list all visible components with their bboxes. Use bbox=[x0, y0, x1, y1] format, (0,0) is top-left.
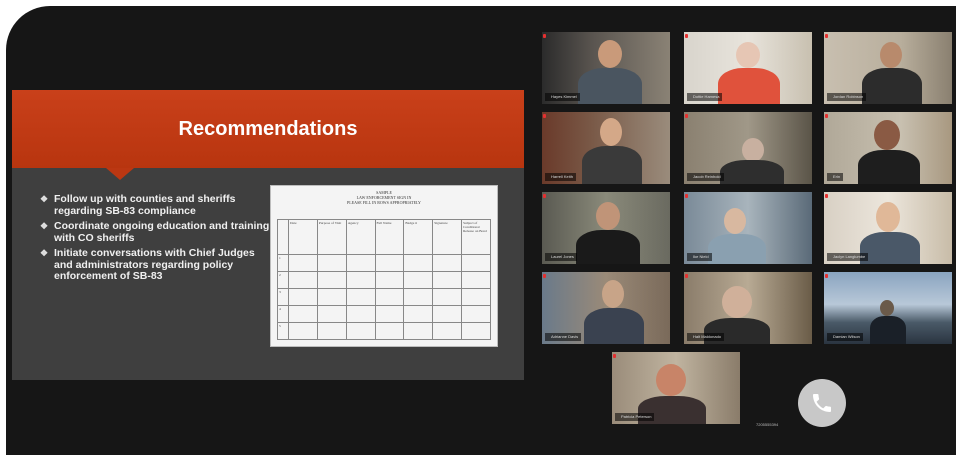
participant-name: Harrell Keith bbox=[545, 173, 577, 181]
participant-name: Damian Wilson bbox=[827, 333, 863, 341]
form-heading: SAMPLE LAW ENFORCEMENT SIGN IN PLEASE FI… bbox=[347, 190, 421, 205]
participant-name: Jordan Robinson bbox=[827, 93, 867, 101]
video-tile[interactable]: Harrell Keith bbox=[542, 112, 670, 184]
participant-name: Jaclyn Langlumbe bbox=[827, 253, 869, 261]
video-tile[interactable]: Halt Maldonado bbox=[684, 272, 812, 344]
form-row: 3 bbox=[277, 288, 491, 306]
video-tile[interactable]: Ike Nield bbox=[684, 192, 812, 264]
zoom-window: Recommendations ❖ Follow up with counties… bbox=[6, 6, 956, 455]
participant-name: Ike Nield bbox=[687, 253, 712, 261]
mic-muted-icon bbox=[543, 34, 546, 38]
video-tile[interactable]: Jaclyn Langlumbe bbox=[824, 192, 952, 264]
phone-call-button[interactable] bbox=[798, 379, 846, 427]
video-tile[interactable]: Patricia Peterson bbox=[612, 352, 740, 424]
video-tile[interactable]: Jordan Robinson bbox=[824, 32, 952, 104]
participant-name: Hayes Kimmel bbox=[545, 93, 580, 101]
form-row: 2 bbox=[277, 271, 491, 289]
mic-muted-icon bbox=[825, 194, 828, 198]
phone-icon bbox=[813, 394, 831, 412]
mic-muted-icon bbox=[543, 194, 546, 198]
form-row: 5 bbox=[277, 322, 491, 340]
banner-notch bbox=[106, 168, 134, 180]
bullet-item: ❖ Coordinate ongoing education and traini… bbox=[40, 220, 270, 244]
participant-name: Patricia Peterson bbox=[615, 413, 655, 421]
slide-title: Recommendations bbox=[178, 118, 358, 140]
form-table: Date Purpose of Visit Agency Full Name B… bbox=[277, 219, 491, 340]
participant-name: Halt Maldonado bbox=[687, 333, 725, 341]
video-tile[interactable]: Jacob Reinhold bbox=[684, 112, 812, 184]
mic-muted-icon bbox=[685, 274, 688, 278]
diamond-bullet-icon: ❖ bbox=[40, 221, 49, 231]
mic-muted-icon bbox=[613, 354, 616, 358]
bullet-item: ❖ Follow up with counties and sheriffs re… bbox=[40, 193, 236, 217]
bullet-list: ❖ Follow up with counties and sheriffs re… bbox=[40, 193, 270, 287]
mic-muted-icon bbox=[825, 274, 828, 278]
diamond-bullet-icon: ❖ bbox=[40, 248, 49, 258]
mic-muted-icon bbox=[685, 114, 688, 118]
video-tile[interactable]: Erin bbox=[824, 112, 952, 184]
participant-name: Jacob Reinhold bbox=[687, 173, 724, 181]
mic-muted-icon bbox=[825, 114, 828, 118]
form-row: 1 bbox=[277, 254, 491, 272]
video-tile-active-speaker[interactable]: Laurel Jones bbox=[542, 192, 670, 264]
caller-number: 7205555394 bbox=[756, 422, 779, 427]
slide-banner: Recommendations bbox=[12, 90, 524, 180]
participant-name: Laurel Jones bbox=[545, 253, 577, 261]
bullet-item: ❖ Initiate conversations with Chief Judge… bbox=[40, 247, 255, 282]
video-tile[interactable]: Adrianne Davis bbox=[542, 272, 670, 344]
participant-name: Erin bbox=[827, 173, 844, 181]
video-tile[interactable]: Hayes Kimmel bbox=[542, 32, 670, 104]
video-tile[interactable]: Damian Wilson bbox=[824, 272, 952, 344]
mic-muted-icon bbox=[543, 274, 546, 278]
diamond-bullet-icon: ❖ bbox=[40, 194, 49, 204]
form-row: 4 bbox=[277, 305, 491, 323]
sign-in-form-image: SAMPLE LAW ENFORCEMENT SIGN IN PLEASE FI… bbox=[270, 185, 498, 347]
mic-muted-icon bbox=[685, 194, 688, 198]
mic-muted-icon bbox=[825, 34, 828, 38]
form-header-row: Date Purpose of Visit Agency Full Name B… bbox=[277, 219, 491, 255]
participant-name: Adrianne Davis bbox=[545, 333, 582, 341]
video-tile[interactable]: Dottie Hamesa bbox=[684, 32, 812, 104]
participant-name: Dottie Hamesa bbox=[687, 93, 723, 101]
shared-slide: Recommendations ❖ Follow up with counties… bbox=[12, 90, 524, 380]
mic-muted-icon bbox=[685, 34, 688, 38]
mic-muted-icon bbox=[543, 114, 546, 118]
